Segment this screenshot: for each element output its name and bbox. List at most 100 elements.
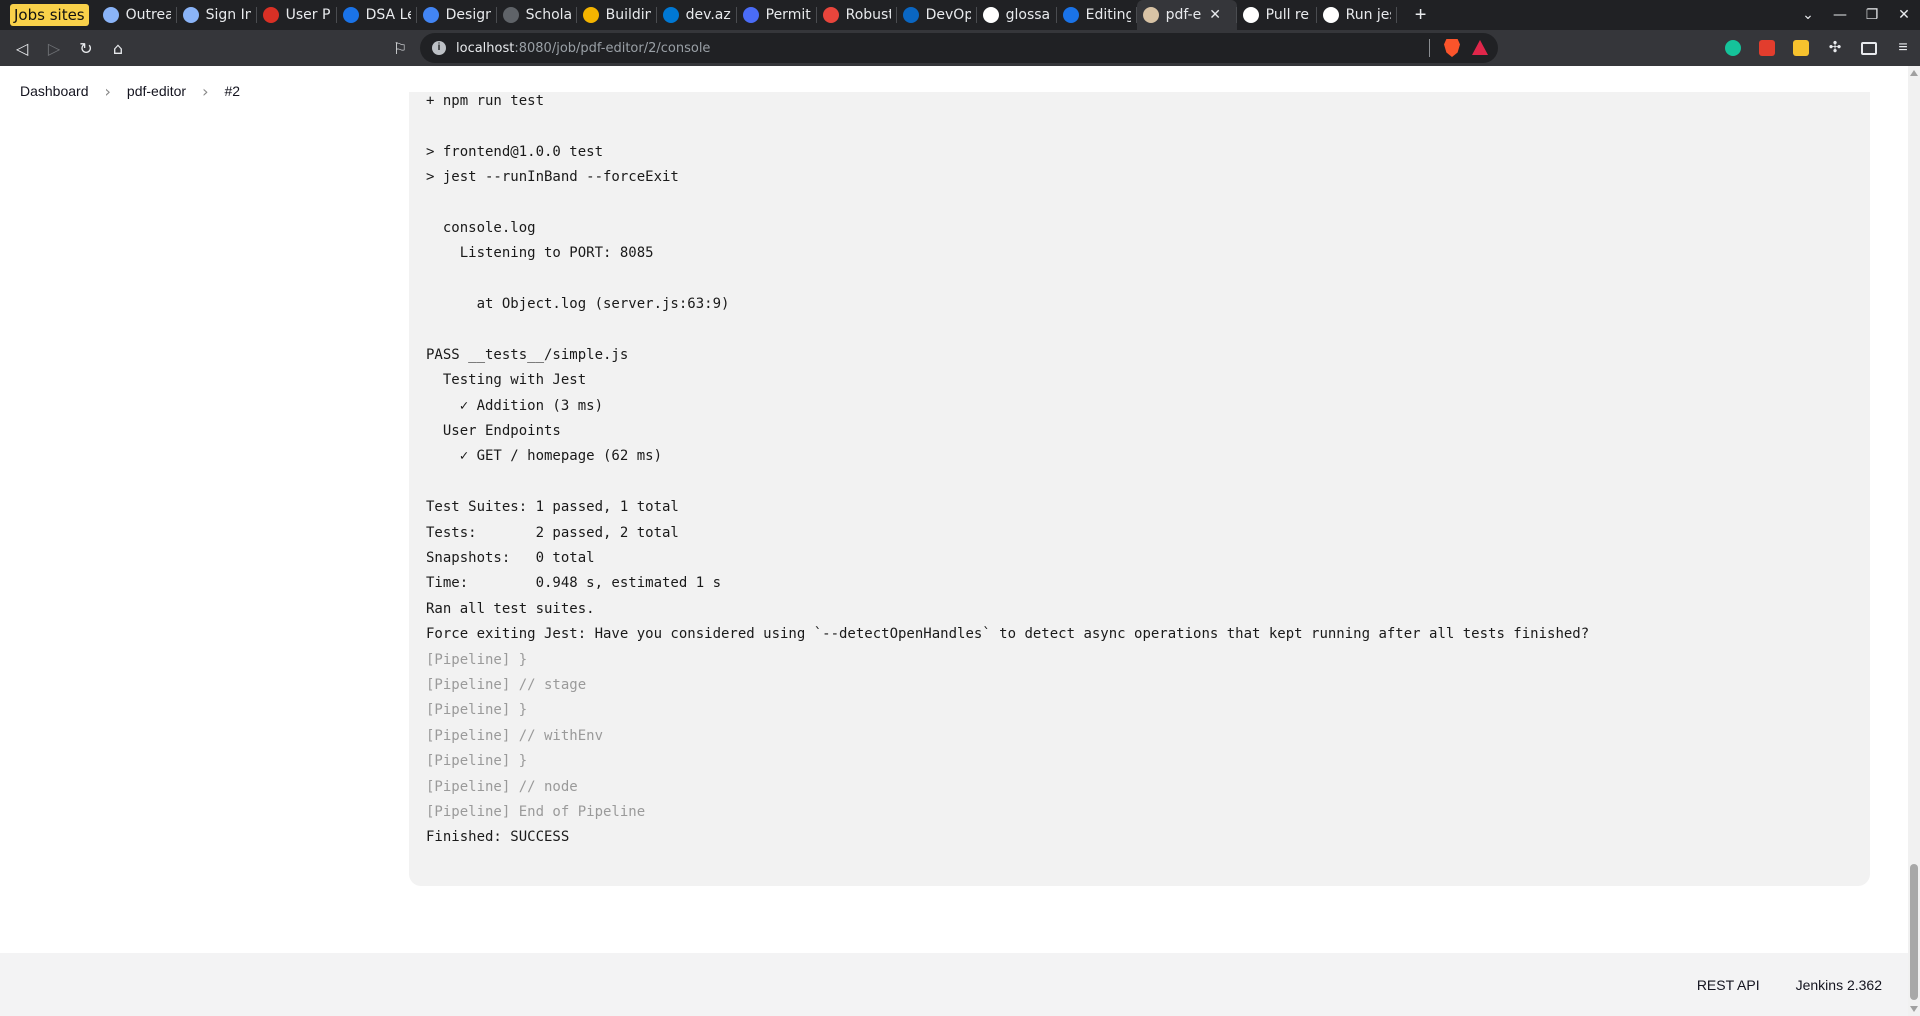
console-line: [Pipeline] // stage xyxy=(426,676,587,693)
minimize-icon[interactable]: — xyxy=(1824,7,1856,23)
extensions-puzzle-icon[interactable]: ✣ xyxy=(1827,40,1843,56)
devops-icon xyxy=(902,7,919,23)
browser-tab[interactable]: Run jest xyxy=(1317,0,1397,30)
browser-menu-icon[interactable]: ≡ xyxy=(1895,40,1911,56)
extension-yellow-icon[interactable] xyxy=(1793,40,1809,56)
jenkins-version-link[interactable]: Jenkins 2.362 xyxy=(1796,977,1882,993)
tab-title: Outreach xyxy=(125,7,171,23)
browser-tab[interactable]: DevOps xyxy=(897,0,977,30)
permit-icon xyxy=(742,7,759,23)
browser-tab[interactable]: DSA Leet xyxy=(337,0,417,30)
browser-tab[interactable]: pdf-e ✕ xyxy=(1136,0,1237,30)
tab-list: Outreach Sign In User Pro DSA Leet Designin S… xyxy=(97,0,1397,30)
tab-title: dev.azur xyxy=(685,7,731,23)
browser-tab[interactable]: User Pro xyxy=(257,0,337,30)
breadcrumb-job[interactable]: pdf-editor xyxy=(127,83,186,99)
console-line: Tests: 2 passed, 2 total xyxy=(426,524,679,541)
tab-group-label[interactable]: Jobs sites xyxy=(10,4,89,26)
tab-title: glossary xyxy=(1005,7,1051,23)
window-controls: ⌄ — ❐ ✕ xyxy=(1792,0,1920,30)
tab-title: pdf-e xyxy=(1165,7,1202,23)
scholar-icon xyxy=(502,7,519,23)
tab-title: DevOps xyxy=(925,7,971,23)
breadcrumb-separator-icon: › xyxy=(202,81,209,101)
browser-tab[interactable]: glossary xyxy=(977,0,1057,30)
console-line: at Object.log (server.js:63:9) xyxy=(426,296,730,313)
close-window-icon[interactable]: ✕ xyxy=(1888,7,1920,23)
console-line: PASS __tests__/simple.js xyxy=(426,346,629,363)
tab-title: Sign In xyxy=(205,7,251,23)
console-line: ✓ Addition (3 ms) xyxy=(426,397,604,414)
browser-tab[interactable]: Robusta xyxy=(817,0,897,30)
console-line: > jest --runInBand --forceExit xyxy=(426,169,679,186)
brave-rewards-icon[interactable] xyxy=(1472,40,1488,55)
user-icon xyxy=(262,7,279,23)
browser-tab[interactable]: Designin xyxy=(417,0,497,30)
forward-icon[interactable]: ▷ xyxy=(38,34,70,62)
address-bar[interactable]: i localhost:8080/job/pdf-editor/2/consol… xyxy=(420,33,1498,63)
url-path: :8080/job/pdf-editor/2/console xyxy=(514,40,711,56)
browser-tab[interactable]: Sign In xyxy=(177,0,257,30)
browser-tab[interactable]: Permit.i xyxy=(737,0,817,30)
browser-toolbar: ◁ ▷ ↻ ⌂ ⚐ i localhost:8080/job/pdf-edito… xyxy=(0,30,1920,66)
tab-title: Building xyxy=(605,7,651,23)
console-line: Test Suites: 1 passed, 1 total xyxy=(426,499,679,516)
brave-shields-icon[interactable] xyxy=(1444,39,1460,57)
bookmark-icon[interactable]: ⚐ xyxy=(384,34,416,62)
console-line: Finished: SUCCESS xyxy=(426,829,570,846)
edit-icon xyxy=(1062,7,1079,23)
tab-search-icon[interactable]: ⌄ xyxy=(1792,7,1824,23)
console-line: Snapshots: 0 total xyxy=(426,550,595,567)
robusta-icon xyxy=(822,7,839,23)
browser-tab[interactable]: Building xyxy=(577,0,657,30)
extension-red-icon[interactable] xyxy=(1759,40,1775,56)
console-line: ✓ GET / homepage (62 ms) xyxy=(426,448,663,465)
browser-tab[interactable]: dev.azur xyxy=(657,0,737,30)
reload-icon[interactable]: ↻ xyxy=(70,34,102,62)
scroll-up-arrow-icon[interactable] xyxy=(1910,70,1918,76)
site-info-icon[interactable]: i xyxy=(432,41,446,55)
url-text[interactable]: localhost:8080/job/pdf-editor/2/console xyxy=(456,41,710,56)
browser-tab[interactable]: Editing xyxy=(1057,0,1137,30)
console-line: + npm run test xyxy=(426,93,545,109)
breadcrumb-dashboard[interactable]: Dashboard xyxy=(20,83,89,99)
scroll-down-arrow-icon[interactable] xyxy=(1910,1006,1918,1012)
tab-title: User Pro xyxy=(285,7,331,23)
breadcrumb-build[interactable]: #2 xyxy=(224,83,240,99)
back-icon[interactable]: ◁ xyxy=(6,34,38,62)
page-footer: REST API Jenkins 2.362 xyxy=(0,953,1908,1016)
globe-icon xyxy=(182,7,199,23)
tab-close-icon[interactable]: ✕ xyxy=(1209,7,1221,23)
browser-tab[interactable]: Scholars xyxy=(497,0,577,30)
grammarly-extension-icon[interactable] xyxy=(1725,40,1741,56)
tab-title: Pull re xyxy=(1265,7,1309,23)
new-tab-button[interactable]: + xyxy=(1407,4,1435,27)
jenkins-icon xyxy=(1142,7,1159,23)
home-icon[interactable]: ⌂ xyxy=(102,34,134,62)
tab-title: DSA Leet xyxy=(365,7,411,23)
browser-tab[interactable]: Outreach xyxy=(97,0,177,30)
restore-icon[interactable]: ❐ xyxy=(1856,7,1888,23)
tab-title: Designin xyxy=(445,7,491,23)
scroll-thumb[interactable] xyxy=(1910,864,1918,1000)
console-line: Ran all test suites. xyxy=(426,600,595,617)
github-icon xyxy=(982,7,999,23)
console-line: > frontend@1.0.0 test xyxy=(426,143,604,160)
extensions-area: ✣ ≡ xyxy=(1716,30,1920,66)
breadcrumb-separator-icon: › xyxy=(104,81,111,101)
rest-api-link[interactable]: REST API xyxy=(1697,977,1760,993)
page-scrollbar[interactable] xyxy=(1908,66,1920,1016)
console-line: [Pipeline] } xyxy=(426,651,528,668)
browser-tab[interactable]: Pull re xyxy=(1237,0,1317,30)
console-line: [Pipeline] } xyxy=(426,702,528,719)
tab-title: Scholars xyxy=(525,7,571,23)
tab-title: Editing xyxy=(1085,7,1131,23)
azure-icon xyxy=(662,7,679,23)
wallet-icon[interactable] xyxy=(1861,41,1877,55)
console-output: + npm run test > frontend@1.0.0 test > jes… xyxy=(409,92,1870,886)
